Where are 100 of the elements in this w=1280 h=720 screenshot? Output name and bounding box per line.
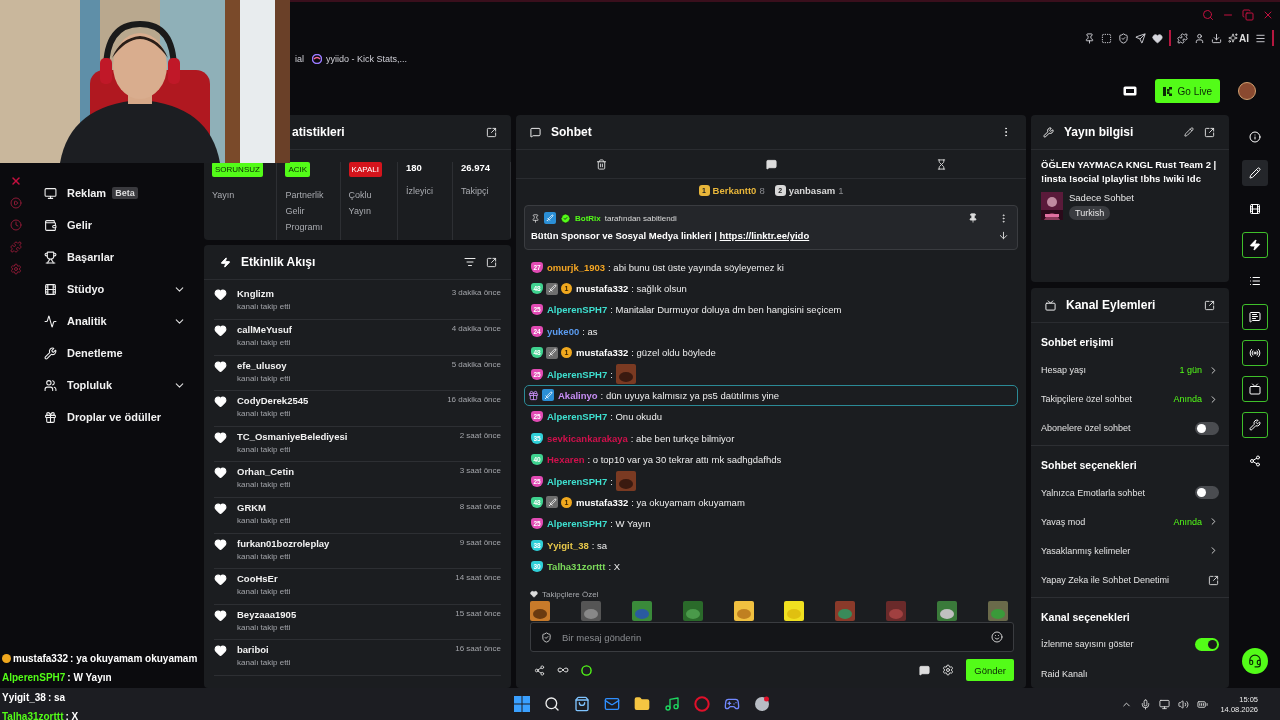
mic-icon[interactable] — [1140, 698, 1152, 710]
send-icon[interactable] — [1135, 32, 1146, 44]
pin-icon[interactable] — [1084, 32, 1095, 44]
expand-icon[interactable] — [486, 256, 497, 268]
battery-icon[interactable] — [1197, 698, 1209, 710]
event-time: 3 saat önce — [459, 466, 501, 476]
pencil-icon[interactable] — [1184, 127, 1194, 138]
language-tag[interactable]: Turkish — [1069, 206, 1111, 221]
category-name[interactable]: Sadece Sohbet — [1069, 192, 1134, 204]
expand-icon[interactable] — [1204, 299, 1215, 311]
message-input[interactable]: Bir mesaj gönderin — [560, 630, 983, 644]
shield-icon[interactable] — [1118, 32, 1129, 44]
nav-item[interactable]: Stüdyo — [44, 278, 186, 301]
user-icon[interactable] — [1194, 32, 1205, 44]
setting-label: Yasaklanmış kelimeler — [1041, 545, 1132, 556]
message-field[interactable]: Bir mesaj gönderin — [530, 622, 1014, 653]
chat-text: : W Yayın — [610, 518, 651, 530]
chat-username[interactable]: mustafa332 — [576, 347, 629, 359]
emote-icon — [937, 601, 957, 622]
stat-label: Çoklu Yayın — [348, 189, 373, 219]
chat-username[interactable]: mustafa332 — [576, 283, 629, 294]
x-icon[interactable] — [10, 175, 22, 188]
pin-icon[interactable] — [968, 213, 978, 224]
event-time: 16 dakika önce — [447, 395, 501, 405]
panel-title: Etkinlik Akışı — [241, 255, 317, 270]
setting-value[interactable]: 1 gün — [1179, 365, 1202, 376]
setting-value[interactable]: Anında — [1173, 394, 1202, 405]
send-button[interactable]: Gönder — [966, 659, 1014, 682]
event-action: kanalı takip etti — [237, 658, 292, 668]
ai-button[interactable]: AI — [1228, 32, 1249, 44]
nav-item[interactable]: Droplar ve ödüller — [44, 406, 186, 429]
chat-username[interactable]: yuke00 — [547, 325, 580, 337]
tv-icon[interactable] — [1241, 376, 1268, 403]
expand-icon[interactable] — [486, 126, 497, 138]
nav-item[interactable]: Topluluk — [44, 374, 186, 397]
chat-username[interactable]: mustafa332 — [576, 496, 629, 508]
music-icon[interactable] — [662, 694, 681, 714]
bookmark-link[interactable]: ial — [295, 54, 304, 64]
tv-icon[interactable] — [1122, 86, 1137, 97]
trophy-icon — [44, 250, 57, 264]
nav-item[interactable]: Reklam Beta — [44, 182, 186, 205]
trash-icon[interactable] — [595, 158, 607, 170]
download-icon[interactable] — [1211, 32, 1222, 44]
share-icon[interactable] — [534, 664, 545, 676]
chat-username[interactable]: AlperenSPH7 — [547, 411, 608, 423]
emote-icon — [682, 601, 703, 622]
leader-count: 1 — [838, 184, 844, 196]
pinned-text: Bütün Sponsor ve Sosyal Medya linkleri | https://linktr.ee/yido — [531, 230, 811, 242]
menu-icon[interactable] — [1255, 32, 1266, 44]
filter-icon[interactable] — [464, 256, 476, 269]
status-badge: KAPALI — [348, 162, 382, 178]
nav-item[interactable]: Analitik — [44, 310, 186, 333]
setting-value[interactable]: Anında — [1173, 516, 1202, 527]
chat-username[interactable]: AlperenSPH7 — [547, 304, 608, 316]
broadcast-icon[interactable] — [1241, 340, 1268, 367]
chat-username[interactable]: omurjk_1903 — [547, 261, 606, 273]
bookmark-link[interactable]: yyiido - Kick Stats,... — [312, 54, 408, 64]
windows-icon[interactable] — [512, 694, 531, 714]
chat-icon[interactable] — [1241, 304, 1268, 331]
event-time: 14 saat önce — [455, 573, 501, 583]
heart-icon — [214, 466, 227, 480]
event-time: 16 saat önce — [455, 644, 501, 654]
event-username: Knglizm — [237, 288, 275, 300]
chat-username[interactable]: Talha31zorttt — [547, 561, 606, 573]
heart-icon[interactable] — [1152, 32, 1163, 44]
nav-item[interactable]: Gelir — [44, 214, 186, 237]
event-action: kanalı takip etti — [237, 622, 292, 632]
stat-value: 26.974 — [460, 162, 491, 174]
wrench-icon[interactable] — [1241, 412, 1268, 439]
hourglass-icon[interactable] — [935, 158, 947, 170]
chat-username[interactable]: AlperenSPH7 — [547, 368, 608, 380]
circle-icon[interactable] — [752, 694, 771, 714]
external-link-icon[interactable] — [1208, 574, 1219, 586]
toggle-switch[interactable] — [1195, 637, 1219, 651]
chat-username[interactable]: AlperenSPH7 — [547, 518, 608, 530]
link[interactable]: https://linktr.ee/yido — [719, 230, 810, 242]
arrow-down-icon[interactable] — [998, 230, 1009, 242]
chat-username[interactable]: Yyigit_38 — [547, 539, 589, 551]
toggle-switch[interactable] — [1195, 421, 1219, 435]
bolt-icon[interactable] — [1241, 232, 1268, 259]
close-icon[interactable] — [1262, 9, 1274, 21]
bag-icon[interactable] — [572, 694, 591, 714]
emoji-icon[interactable] — [991, 631, 1003, 644]
headset-icon[interactable] — [1241, 648, 1268, 675]
ring-icon[interactable] — [581, 664, 592, 676]
panel-title: Kanal Eylemleri — [1066, 298, 1157, 313]
chat-username[interactable]: AlperenSPH7 — [547, 475, 608, 487]
toggle-switch[interactable] — [1195, 486, 1219, 500]
pencil-icon[interactable] — [1241, 160, 1268, 187]
chat-username[interactable]: Akalinyo — [558, 389, 598, 401]
emote-section-label: Takipçilere Özel — [542, 589, 599, 599]
nav-item[interactable]: Başarılar — [44, 246, 186, 269]
volume-icon[interactable] — [1178, 698, 1190, 710]
avatar[interactable] — [1238, 82, 1256, 101]
dashed-square-icon[interactable] — [1101, 32, 1112, 44]
go-live-button[interactable]: Go Live — [1154, 79, 1220, 104]
nav-item[interactable]: Denetleme — [44, 342, 186, 365]
expand-icon[interactable] — [1204, 126, 1215, 138]
monitor-icon[interactable] — [1159, 698, 1171, 710]
setting-label: Yapay Zeka ile Sohbet Denetimi — [1041, 575, 1170, 586]
